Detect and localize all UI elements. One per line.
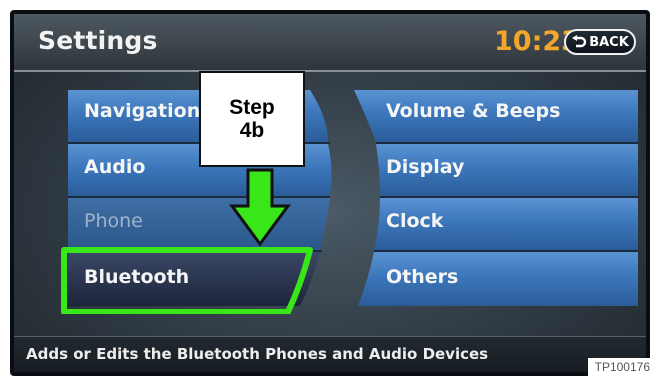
settings-screen: Settings 10:23 BACK Navigation Audio Pho… xyxy=(14,14,646,372)
help-bar: Adds or Edits the Bluetooth Phones and A… xyxy=(14,336,646,372)
settings-menu: Navigation Audio Phone Bluetooth Volume … xyxy=(58,86,646,314)
display-button[interactable] xyxy=(376,144,638,196)
back-button[interactable]: BACK xyxy=(564,29,636,55)
help-text: Adds or Edits the Bluetooth Phones and A… xyxy=(26,345,489,363)
green-down-arrow-icon xyxy=(229,168,291,247)
display-bezel: Settings 10:23 BACK Navigation Audio Pho… xyxy=(10,10,650,376)
others-button[interactable] xyxy=(360,252,638,306)
figure-id: TP100176 xyxy=(588,358,652,376)
step-callout-line2: 4b xyxy=(239,119,265,142)
clock-button[interactable] xyxy=(376,198,638,250)
step-callout-line1: Step xyxy=(229,96,275,119)
back-button-label: BACK xyxy=(589,34,629,50)
page-title: Settings xyxy=(38,26,158,55)
back-arrow-icon xyxy=(572,35,587,48)
step-callout: Step 4b xyxy=(199,71,305,167)
bluetooth-button[interactable] xyxy=(68,252,320,306)
header-bar: Settings 10:23 BACK xyxy=(14,14,646,72)
volume-beeps-button[interactable] xyxy=(358,90,638,142)
